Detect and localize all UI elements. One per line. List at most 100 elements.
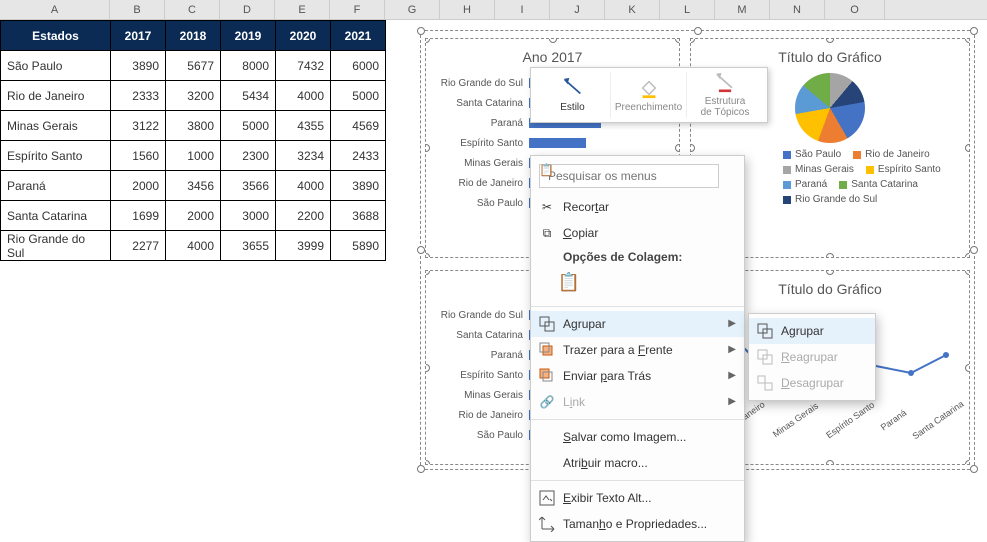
cell[interactable]: 3122 — [111, 111, 166, 141]
cell[interactable]: 4569 — [331, 111, 386, 141]
cell[interactable]: 3655 — [221, 231, 276, 261]
col-header[interactable]: J — [550, 0, 605, 20]
table-header-row: Estados 2017 2018 2019 2020 2021 — [1, 21, 386, 51]
cell[interactable]: 3999 — [276, 231, 331, 261]
chevron-right-icon: ▶ — [728, 363, 736, 389]
cell[interactable]: 3688 — [331, 201, 386, 231]
shape-style-icon — [562, 77, 584, 99]
cell[interactable]: 5000 — [221, 111, 276, 141]
submenu-group[interactable]: Agrupar — [749, 318, 875, 344]
col-header[interactable]: C — [165, 0, 220, 20]
cell[interactable]: Santa Catarina — [1, 201, 111, 231]
cell[interactable]: 2000 — [111, 171, 166, 201]
col-header[interactable]: K — [605, 0, 660, 20]
alt-text-icon — [539, 490, 555, 506]
menu-bring-front[interactable]: Trazer para a Frente ▶ — [531, 337, 744, 363]
menu-label: Agrupar — [563, 317, 606, 331]
cell[interactable]: 1699 — [111, 201, 166, 231]
col-header[interactable]: G — [385, 0, 440, 20]
cell[interactable]: 2277 — [111, 231, 166, 261]
menu-size-props[interactable]: Tamanho e Propriedades... — [531, 511, 744, 537]
cell[interactable]: Espírito Santo — [1, 141, 111, 171]
header-cell[interactable]: 2020 — [276, 21, 331, 51]
cell[interactable]: 5434 — [221, 81, 276, 111]
cell[interactable]: 4000 — [166, 231, 221, 261]
bar-label: Espírito Santo — [434, 138, 529, 149]
col-header[interactable]: D — [220, 0, 275, 20]
cell[interactable]: 8000 — [221, 51, 276, 81]
cell[interactable]: Minas Gerais — [1, 111, 111, 141]
table-row: Rio de Janeiro23333200543440005000 — [1, 81, 386, 111]
cell[interactable]: 2300 — [221, 141, 276, 171]
legend-label: Minas Gerais — [795, 164, 854, 175]
menu-save-image[interactable]: Salvar como Imagem... — [531, 424, 744, 450]
col-header[interactable]: H — [440, 0, 495, 20]
col-header[interactable]: N — [770, 0, 825, 20]
cell[interactable]: 4000 — [276, 81, 331, 111]
cell[interactable]: 1560 — [111, 141, 166, 171]
header-cell[interactable]: Estados — [1, 21, 111, 51]
cell[interactable]: 4355 — [276, 111, 331, 141]
cell[interactable]: 1000 — [166, 141, 221, 171]
fill-button[interactable]: Preenchimento — [611, 72, 687, 118]
header-cell[interactable]: 2021 — [331, 21, 386, 51]
cell[interactable]: Rio de Janeiro — [1, 81, 111, 111]
cell[interactable]: 2200 — [276, 201, 331, 231]
col-header[interactable]: B — [110, 0, 165, 20]
cell[interactable]: 5890 — [331, 231, 386, 261]
search-menu[interactable] — [539, 164, 736, 188]
table-row: Minas Gerais31223800500043554569 — [1, 111, 386, 141]
col-header[interactable]: A — [0, 0, 110, 20]
cell[interactable]: 3566 — [221, 171, 276, 201]
col-header[interactable]: M — [715, 0, 770, 20]
cell[interactable]: Rio Grande do Sul — [1, 231, 111, 261]
col-header[interactable]: O — [825, 0, 885, 20]
cell[interactable]: 3456 — [166, 171, 221, 201]
col-header[interactable]: L — [660, 0, 715, 20]
cell[interactable]: 2333 — [111, 81, 166, 111]
header-cell[interactable]: 2017 — [111, 21, 166, 51]
cell[interactable]: Paraná — [1, 171, 111, 201]
cell[interactable]: 3800 — [166, 111, 221, 141]
menu-cut[interactable]: ✂ Recortar — [531, 194, 744, 220]
cell[interactable]: 3890 — [111, 51, 166, 81]
menu-copy[interactable]: ⧉ Copiar — [531, 220, 744, 246]
size-props-icon — [539, 516, 555, 532]
menu-group[interactable]: Agrupar ▶ — [531, 311, 744, 337]
cell[interactable]: 4000 — [276, 171, 331, 201]
menu-alt-text[interactable]: Exibir Texto Alt... — [531, 485, 744, 511]
cell[interactable]: São Paulo — [1, 51, 111, 81]
menu-paste-button[interactable]: 📋 — [531, 268, 744, 302]
header-cell[interactable]: 2019 — [221, 21, 276, 51]
col-header[interactable]: F — [330, 0, 385, 20]
chevron-right-icon: ▶ — [728, 337, 736, 363]
chart-legend: São Paulo Rio de Janeiro Minas Gerais Es… — [783, 143, 957, 205]
cell[interactable]: 2000 — [166, 201, 221, 231]
data-table: Estados 2017 2018 2019 2020 2021 São Pau… — [0, 20, 386, 261]
search-input[interactable] — [539, 164, 719, 188]
cell[interactable]: 3234 — [276, 141, 331, 171]
cell[interactable]: 7432 — [276, 51, 331, 81]
cell[interactable]: 5677 — [166, 51, 221, 81]
menu-label: Enviar para Trás — [563, 369, 651, 383]
bar-label: Minas Gerais — [434, 390, 529, 401]
cell[interactable]: 2433 — [331, 141, 386, 171]
chart-title: Título do Gráfico — [703, 49, 957, 65]
cell[interactable]: 3000 — [221, 201, 276, 231]
menu-assign-macro[interactable]: Atribuir macro... — [531, 450, 744, 476]
outline-button[interactable]: Estruturade Tópicos — [687, 72, 763, 118]
bar-label: São Paulo — [434, 430, 529, 441]
link-icon: 🔗 — [539, 394, 555, 410]
chevron-right-icon: ▶ — [728, 389, 736, 415]
header-cell[interactable]: 2018 — [166, 21, 221, 51]
cell[interactable]: 5000 — [331, 81, 386, 111]
table-row: Espírito Santo15601000230032342433 — [1, 141, 386, 171]
legend-label: Paraná — [795, 179, 827, 190]
col-header[interactable]: E — [275, 0, 330, 20]
cell[interactable]: 3200 — [166, 81, 221, 111]
cell[interactable]: 6000 — [331, 51, 386, 81]
style-button[interactable]: Estilo — [535, 72, 611, 118]
cell[interactable]: 3890 — [331, 171, 386, 201]
menu-send-back[interactable]: Enviar para Trás ▶ — [531, 363, 744, 389]
col-header[interactable]: I — [495, 0, 550, 20]
